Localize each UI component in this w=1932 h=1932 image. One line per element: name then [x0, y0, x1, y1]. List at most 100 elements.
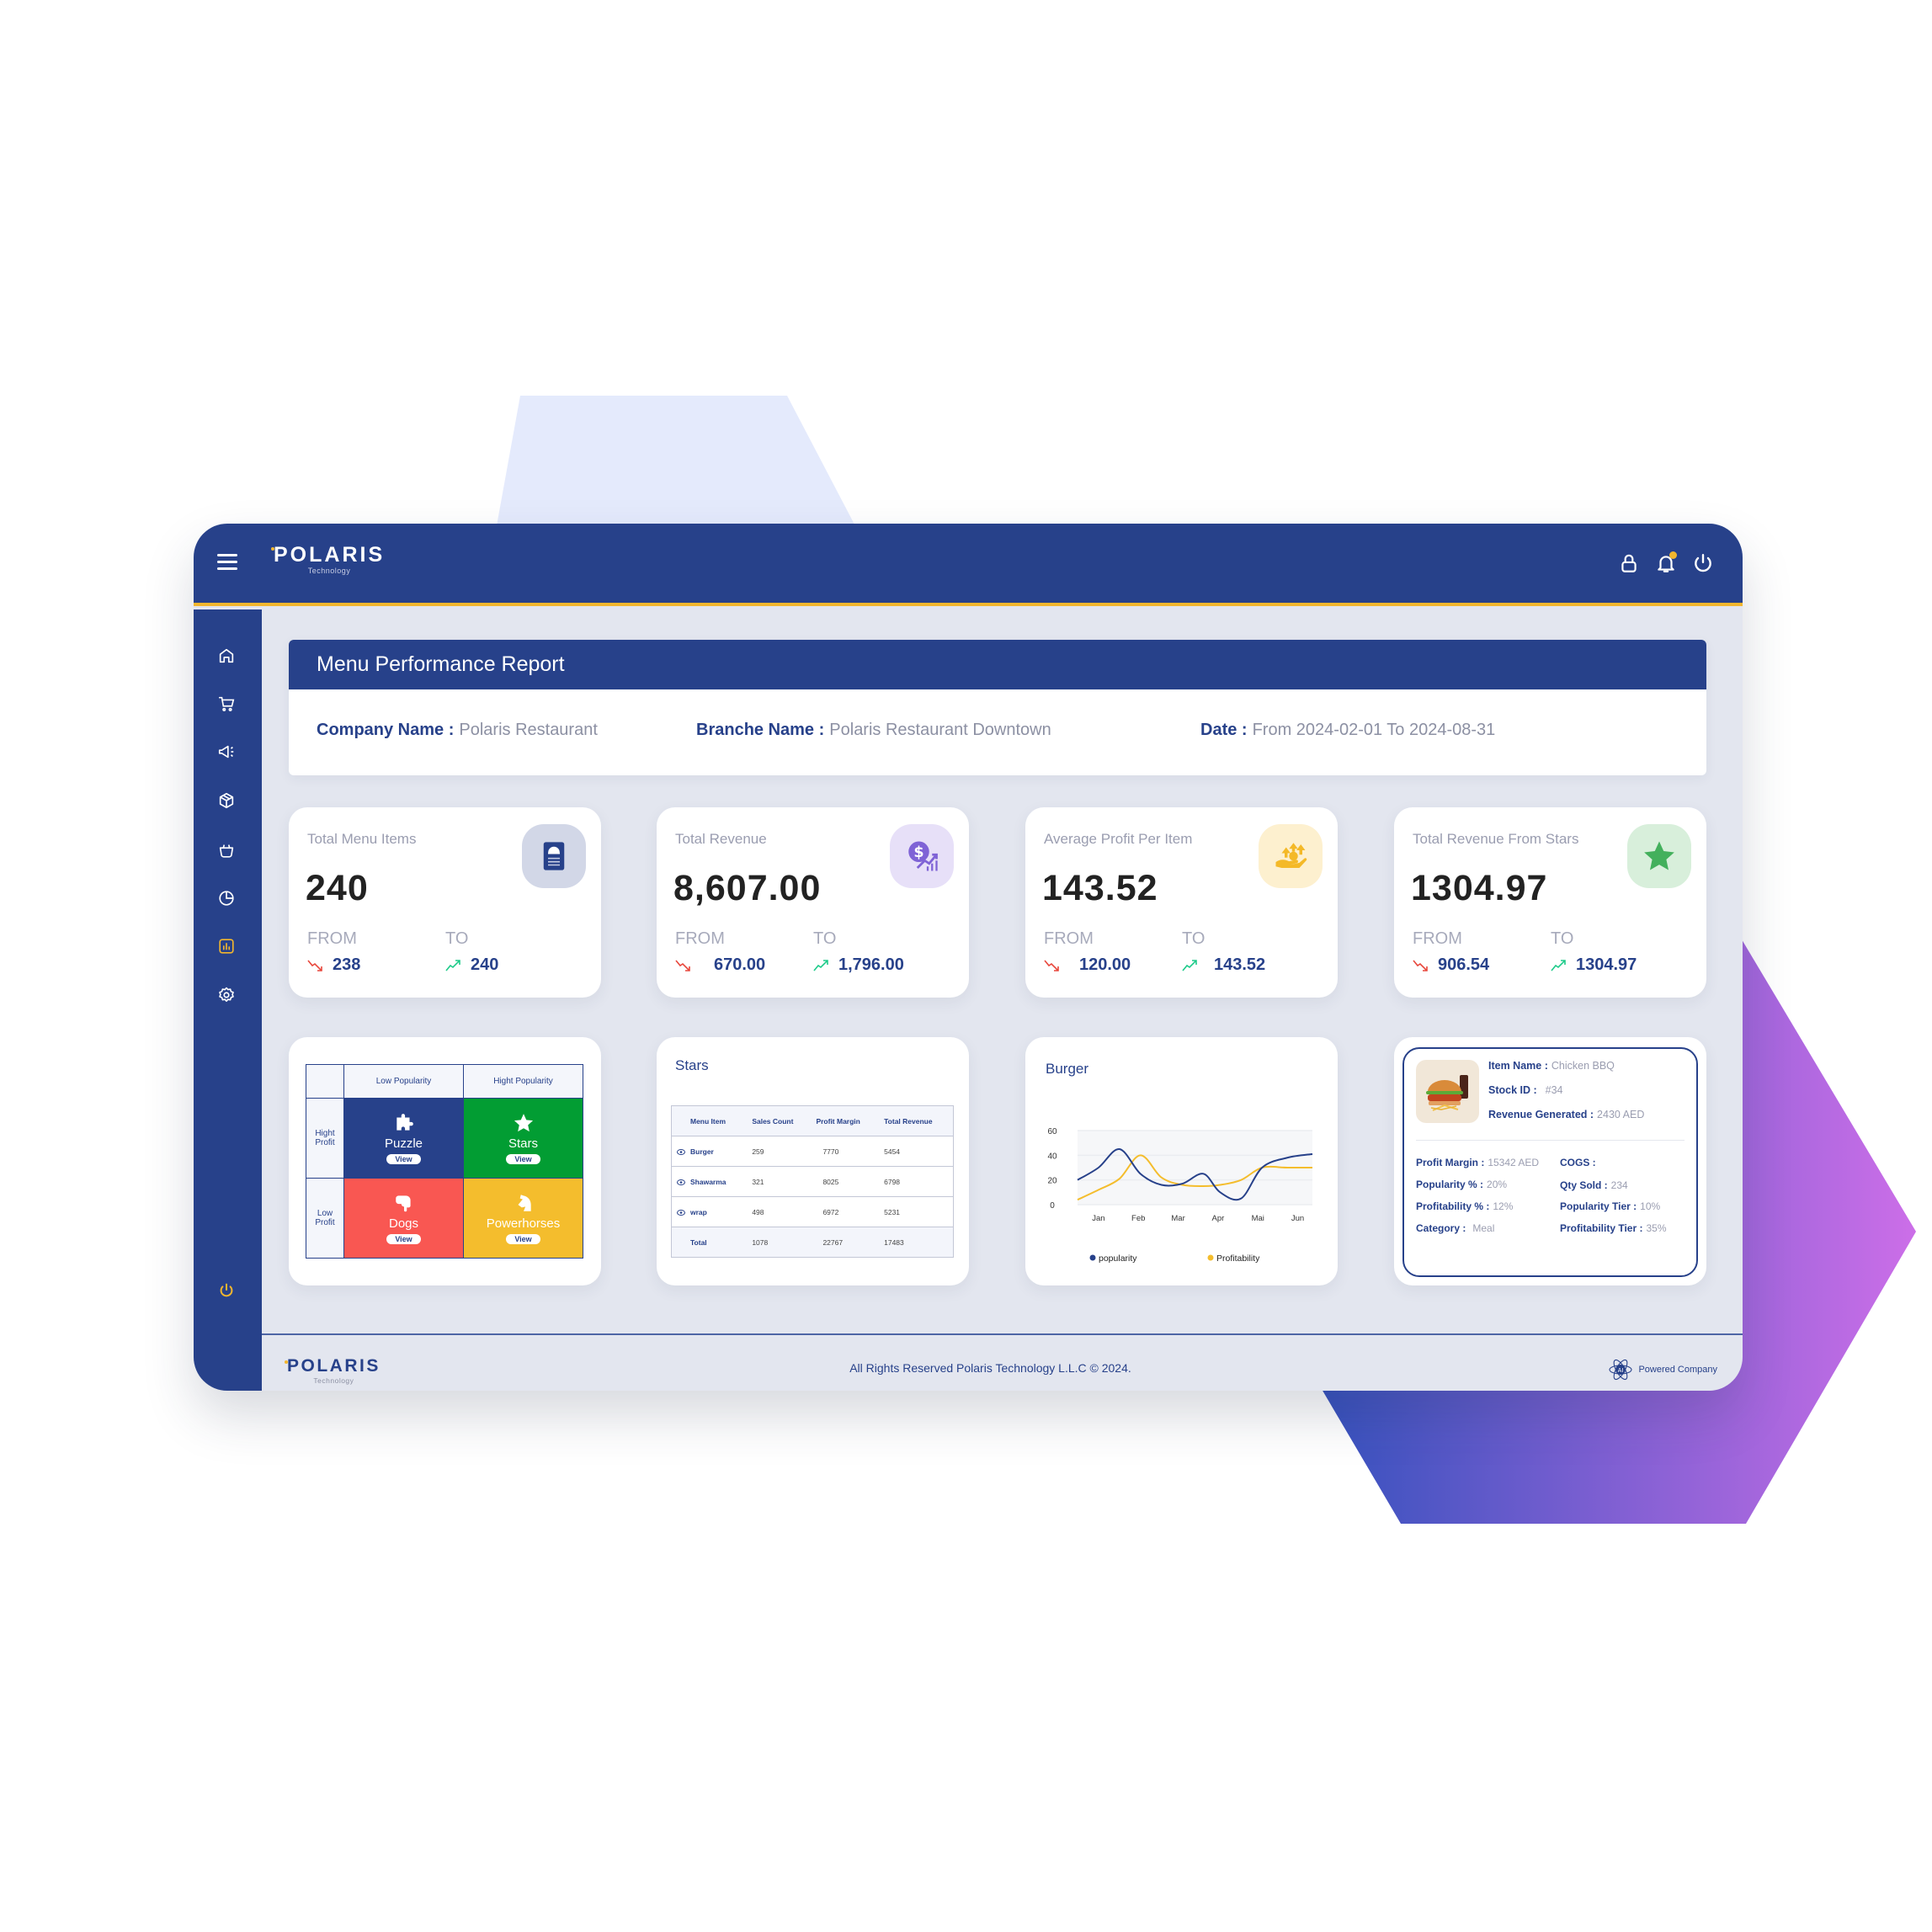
to-value: 1,796.00 — [813, 955, 904, 975]
item-image — [1416, 1060, 1479, 1123]
quadrant-puzzle[interactable]: Puzzle View — [344, 1099, 464, 1179]
sidebar-item-basket[interactable] — [217, 841, 237, 861]
x-tick-label: Jan — [1092, 1214, 1104, 1223]
revenue-growth-icon: $ — [890, 824, 954, 888]
table-row: wrap 498 6972 5231 — [671, 1196, 954, 1227]
settings-icon — [219, 987, 234, 1002]
table-row: Burger 259 7770 5454 — [671, 1136, 954, 1167]
eye-icon[interactable] — [677, 1148, 685, 1155]
detail-field: Profit Margin :15342 AED — [1416, 1157, 1540, 1168]
y-tick-label: 0 — [1050, 1201, 1055, 1211]
from-value: 670.00 — [675, 955, 765, 975]
star-icon — [1627, 824, 1691, 888]
sidebar-item-analytics[interactable] — [217, 889, 237, 909]
view-button[interactable]: View — [506, 1233, 540, 1244]
date-range-field: Date : From 2024-02-01 To 2024-08-31 — [1200, 721, 1496, 739]
cart-icon — [218, 696, 235, 711]
sidebar-item-marketing[interactable] — [217, 742, 237, 763]
x-tick-label: Mar — [1171, 1214, 1184, 1223]
x-tick-label: Jun — [1291, 1214, 1304, 1223]
matrix-row-header: Hight Profit — [306, 1099, 344, 1179]
x-tick-label: Mai — [1252, 1214, 1264, 1223]
page-title: Menu Performance Report — [317, 652, 565, 676]
burger-chart-card: Burger 0 20 40 60 Jan Feb Mar Apr Mai Jun popula… — [1025, 1037, 1338, 1285]
detail-field: Popularity % :20% — [1416, 1179, 1508, 1190]
detail-field: Qty Sold :234 — [1560, 1179, 1628, 1191]
stars-table-card: Stars Menu Item Sales Count Profit Margi… — [657, 1037, 969, 1285]
home-icon — [219, 648, 234, 663]
stat-card-average-profit: Average Profit Per Item 143.52 FROM TO 1… — [1025, 807, 1338, 998]
trend-up-icon — [1551, 959, 1566, 971]
copyright-text: All Rights Reserved Polaris Technology L… — [849, 1361, 1131, 1375]
svg-text:AI: AI — [1618, 1367, 1624, 1374]
branch-name-field: Branche Name : Polaris Restaurant Downtow… — [696, 721, 1051, 739]
item-name-field: Item Name : Chicken BBQ — [1488, 1060, 1615, 1072]
dog-icon — [395, 1195, 411, 1212]
view-button[interactable]: View — [506, 1153, 540, 1164]
view-button[interactable]: View — [386, 1233, 421, 1244]
menu-card-icon — [522, 824, 586, 888]
legend-marker — [1089, 1254, 1096, 1261]
from-value: 238 — [307, 955, 360, 975]
megaphone-icon — [218, 745, 234, 758]
eye-icon[interactable] — [677, 1209, 685, 1216]
trend-down-icon — [1044, 959, 1059, 971]
logout-icon — [220, 1283, 233, 1297]
logo-text: POLARIS — [274, 543, 386, 567]
burger-line-chart: Burger 0 20 40 60 Jan Feb Mar Apr Mai Jun popula… — [1046, 1061, 1313, 1264]
quadrant-dogs[interactable]: Dogs View — [344, 1178, 464, 1258]
to-value: 1304.97 — [1551, 955, 1637, 975]
eye-icon[interactable] — [677, 1179, 685, 1185]
from-value: 906.54 — [1413, 955, 1489, 975]
x-tick-label: Apr — [1212, 1214, 1225, 1223]
stat-card-total-menu-items: Total Menu Items 240 FROM TO 238 240 — [289, 807, 601, 998]
logo-subtitle: Technology — [307, 567, 351, 575]
column-header: Sales Count — [747, 1105, 812, 1136]
stars-table-title: Stars — [675, 1057, 709, 1073]
matrix-row-header: Low Profit — [306, 1178, 344, 1258]
star-icon — [514, 1113, 533, 1131]
y-tick-label: 60 — [1047, 1127, 1057, 1136]
stat-card-total-revenue: Total Revenue 8,607.00 $ FROM TO 670.00 … — [657, 807, 969, 998]
from-value: 120.00 — [1044, 955, 1131, 975]
sidebar-item-settings[interactable] — [217, 986, 237, 1006]
app-window: POLARIS Technology Menu Performance Repo… — [194, 524, 1743, 1391]
powered-by-link[interactable]: AI Powered Company — [1608, 1357, 1717, 1382]
horse-icon — [518, 1195, 531, 1211]
sidebar-item-inventory[interactable] — [217, 791, 237, 812]
table-row: Shawarma 321 8025 6798 — [671, 1166, 954, 1197]
view-button[interactable]: View — [386, 1153, 421, 1164]
trend-down-icon — [675, 959, 690, 971]
to-value: 143.52 — [1182, 955, 1265, 975]
sidebar-item-reports[interactable] — [217, 937, 237, 957]
stock-id-field: Stock ID : #34 — [1488, 1084, 1563, 1096]
menu-icon[interactable] — [217, 554, 237, 571]
bell-icon[interactable] — [1655, 551, 1677, 574]
trend-up-icon — [1182, 959, 1197, 971]
quadrant-powerhorses[interactable]: Powerhorses View — [464, 1178, 583, 1258]
stars-table: Menu Item Sales Count Profit Margin Tota… — [671, 1105, 954, 1258]
matrix-col-header: Hight Popularity — [464, 1065, 583, 1099]
sidebar-item-orders[interactable] — [217, 695, 237, 715]
basket-icon — [219, 844, 234, 858]
trend-down-icon — [1413, 959, 1428, 971]
quadrant-stars[interactable]: Stars View — [464, 1099, 583, 1179]
header-logo[interactable]: POLARIS Technology — [271, 543, 386, 575]
package-icon — [219, 792, 234, 809]
puzzle-icon — [396, 1113, 413, 1131]
item-detail-box[interactable]: Item Name : Chicken BBQ Stock ID : #34 Rev… — [1402, 1047, 1698, 1277]
lock-icon[interactable] — [1618, 552, 1640, 574]
revenue-generated-field: Revenue Generated :2430 AED — [1488, 1109, 1645, 1120]
detail-field: Profitability Tier :35% — [1560, 1222, 1667, 1234]
sidebar-logout-button[interactable] — [217, 1281, 237, 1301]
table-total-row: Total 1078 22767 17483 — [671, 1227, 954, 1258]
trend-up-icon — [445, 959, 460, 971]
matrix-col-header: Low Popularity — [344, 1065, 464, 1099]
power-icon[interactable] — [1692, 552, 1714, 574]
burger-image-icon — [1426, 1075, 1468, 1111]
menu-engineering-matrix-card: Low Popularity Hight Popularity Hight Pr… — [289, 1037, 601, 1285]
matrix-corner — [306, 1065, 344, 1099]
sidebar-item-home[interactable] — [217, 647, 237, 667]
column-header: Total Revenue — [879, 1105, 954, 1136]
report-header-card: Menu Performance Report Company Name : Po… — [289, 640, 1706, 775]
